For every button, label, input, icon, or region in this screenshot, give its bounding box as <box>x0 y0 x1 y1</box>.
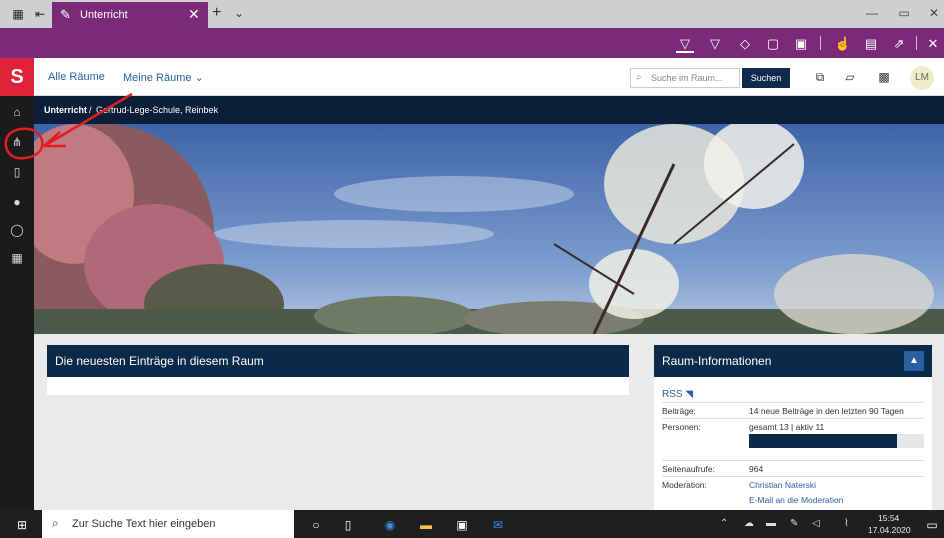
battery-icon[interactable]: ▬ <box>766 518 776 529</box>
chat-icon[interactable]: ◯ <box>9 222 25 238</box>
my-rooms-label: Meine Räume <box>123 72 192 84</box>
search-icon: ⌕ <box>636 72 642 83</box>
ballpoint-pen-icon[interactable]: ▽ <box>676 35 694 53</box>
latest-entries-title: Die neuesten Einträge in diesem Raum <box>47 345 629 377</box>
moderation-label: Moderation: <box>662 480 707 490</box>
row-divider <box>662 460 924 461</box>
tab-close-button[interactable]: ✕ <box>188 6 200 23</box>
restore-button[interactable]: ▭ <box>894 6 914 20</box>
mail-icon[interactable]: ✉ <box>490 517 506 533</box>
my-rooms-link[interactable]: Meine Räume ⌄ <box>123 71 204 84</box>
collapse-button[interactable]: ▲ <box>904 351 924 371</box>
share-icon[interactable]: ⇗ <box>890 35 908 53</box>
rss-link[interactable]: RSS ◥ <box>662 389 693 400</box>
search-button[interactable]: Suchen <box>742 68 790 88</box>
toolbar-divider <box>820 36 821 50</box>
app-header: Alle Räume Meine Räume ⌄ ⌕ Suche im Raum… <box>34 58 944 96</box>
ink-annotation <box>4 92 133 160</box>
room-info-panel: RSS ◥ Beiträge: 14 neue Beiträge in den … <box>654 377 932 510</box>
toolbar-divider <box>916 36 917 50</box>
set-aside-tabs-icon[interactable]: ⇤ <box>32 6 48 22</box>
pageviews-label: Seitenaufrufe: <box>662 464 715 474</box>
folder-icon[interactable]: ▱ <box>842 70 858 84</box>
volume-icon[interactable]: ◁ <box>812 518 820 529</box>
taskbar-search[interactable]: ⌕ Zur Suche Text hier eingeben <box>42 510 294 538</box>
browser-tab-bar: ▦ ⇤ ✎ Unterricht ✕ + ⌄ — ▭ ✕ <box>0 0 944 28</box>
notifications-icon[interactable]: ▭ <box>924 517 940 533</box>
all-rooms-link[interactable]: Alle Räume <box>48 71 105 83</box>
room-info-title: Raum-Informationen <box>654 345 932 377</box>
breadcrumb: Unterricht / Gertrud-Lege-Schule, Reinbe… <box>34 96 944 124</box>
wifi-icon[interactable]: ⌇ <box>844 518 849 529</box>
tab-title: Unterricht <box>80 9 128 21</box>
rss-icon: ◥ <box>685 389 694 400</box>
hero-image <box>34 124 944 334</box>
search-placeholder: Suche im Raum... <box>651 73 723 83</box>
new-tab-button[interactable]: + <box>212 4 221 22</box>
task-view-icon[interactable]: ▯ <box>340 517 356 533</box>
tab-menu-button[interactable]: ⌄ <box>234 6 244 20</box>
hero-photo <box>34 124 944 334</box>
search-input[interactable]: ⌕ Suche im Raum... <box>630 68 740 88</box>
row-divider <box>662 476 924 477</box>
search-icon: ⌕ <box>52 516 59 530</box>
onedrive-icon[interactable]: ☁ <box>744 518 754 529</box>
tab-favicon-icon: ✎ <box>60 7 71 22</box>
moderator-link[interactable]: Christian Naterski <box>749 480 816 490</box>
row-divider <box>662 402 924 403</box>
file-explorer-icon[interactable]: ▬ <box>418 517 434 533</box>
close-icon[interactable]: ✕ <box>924 35 942 53</box>
minimize-button[interactable]: — <box>862 6 882 20</box>
eraser-icon[interactable]: ◇ <box>736 35 754 53</box>
active-progress-fill <box>749 434 898 448</box>
chevron-down-icon: ⌄ <box>194 72 204 84</box>
start-icon[interactable]: ⊞ <box>14 517 30 533</box>
taskbar-search-text: Zur Suche Text hier eingeben <box>72 518 216 530</box>
store-icon[interactable]: ▣ <box>454 517 470 533</box>
calendar-icon[interactable]: ▦ <box>9 250 25 266</box>
browser-tab[interactable]: ✎ Unterricht ✕ <box>52 2 208 28</box>
posts-value: 14 neue Beiträge in den letzten 90 Tagen <box>749 406 904 416</box>
clock-date[interactable]: 17.04.2020 <box>868 525 911 535</box>
active-progress-bar <box>749 434 924 448</box>
people-label: Personen: <box>662 422 701 432</box>
edge-icon[interactable]: ◉ <box>382 517 398 533</box>
copy-icon[interactable]: ⧉ <box>812 70 828 85</box>
posts-label: Beiträge: <box>662 406 697 416</box>
save-icon[interactable]: ▤ <box>862 35 880 53</box>
touch-writing-icon[interactable]: ☝ <box>834 35 852 53</box>
person-icon[interactable]: ● <box>9 194 25 210</box>
pen-icon[interactable]: ✎ <box>790 518 798 529</box>
highlighter-icon[interactable]: ▽ <box>706 35 724 53</box>
close-window-button[interactable]: ✕ <box>924 6 944 20</box>
avatar[interactable]: LM <box>910 66 934 90</box>
pageviews-value: 964 <box>749 464 764 474</box>
rss-label: RSS <box>662 389 683 400</box>
qr-code-icon[interactable]: ▩ <box>876 70 892 84</box>
email-moderation-link[interactable]: E-Mail an die Moderation <box>749 495 844 505</box>
tab-actions-icon[interactable]: ▦ <box>10 6 26 22</box>
clock-time[interactable]: 15:54 <box>878 513 899 523</box>
latest-entries-body <box>47 377 629 395</box>
cortana-icon[interactable]: ○ <box>308 517 324 533</box>
windows-taskbar: ⊞ ⌕ Zur Suche Text hier eingeben ○ ▯ ◉ ▬… <box>0 510 944 538</box>
row-divider <box>662 418 924 419</box>
people-value: gesamt 13 | aktiv 11 <box>749 422 825 432</box>
comment-icon[interactable]: ▢ <box>764 35 782 53</box>
show-hidden-icons-icon[interactable]: ⌃ <box>720 518 728 529</box>
clip-icon[interactable]: ▣ <box>792 35 810 53</box>
ink-toolbar: ▽ ▽ ◇ ▢ ▣ ☝ ▤ ⇗ ✕ <box>0 28 944 58</box>
